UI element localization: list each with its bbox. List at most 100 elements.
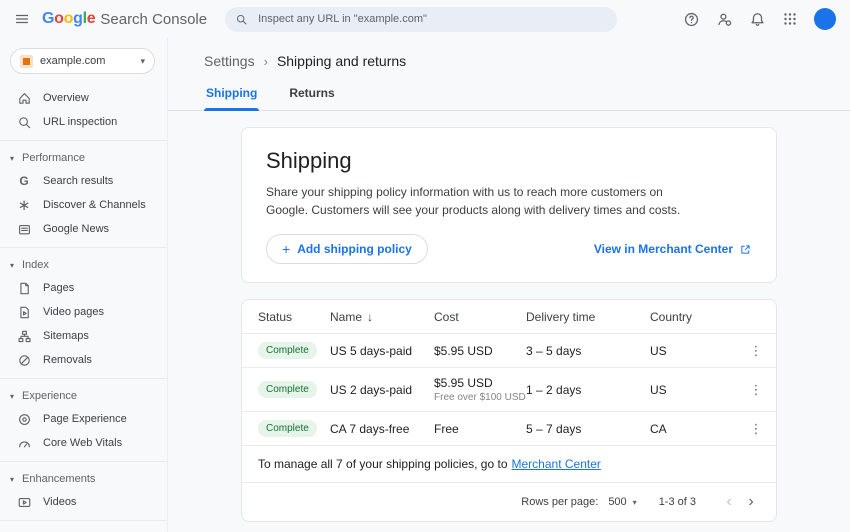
policy-delivery-time: 3 – 5 days (526, 344, 650, 358)
discover-star-icon: ∗ (16, 197, 32, 213)
breadcrumb-settings[interactable]: Settings (204, 53, 255, 69)
video-document-icon (16, 304, 32, 320)
merchant-link-label: View in Merchant Center (594, 242, 733, 256)
sidebar-item-google-news[interactable]: Google News (0, 217, 167, 241)
chevron-down-icon: ▾ (7, 475, 17, 484)
sidebar-item-pages[interactable]: Pages (0, 276, 167, 300)
breadcrumb-current: Shipping and returns (277, 53, 406, 69)
sidebar-item-label: Search results (43, 175, 113, 187)
sidebar-item-label: Page Experience (43, 413, 127, 425)
search-icon (16, 114, 32, 130)
external-link-icon (739, 243, 752, 256)
shipping-intro-card: Shipping Share your shipping policy info… (241, 127, 777, 283)
topbar-actions (677, 5, 836, 33)
table-row: Complete CA 7 days-free Free 5 – 7 days … (242, 412, 776, 446)
notifications-bell-icon[interactable] (743, 5, 771, 33)
section-label: Enhancements (22, 473, 95, 485)
sidebar-item-label: Overview (43, 92, 89, 104)
top-bar: Google Search Console (0, 0, 850, 38)
previous-page-button[interactable]: ‹ (718, 493, 740, 511)
search-input[interactable] (256, 12, 607, 26)
gauge-icon (16, 435, 32, 451)
rows-per-page-value: 500 (608, 496, 626, 508)
news-icon (16, 221, 32, 237)
main-content: Settings › Shipping and returns Shipping… (168, 38, 850, 532)
row-kebab-menu-icon[interactable]: ⋮ (746, 421, 766, 437)
sidebar-section-security[interactable]: ▸ Security & Manual Actions (0, 527, 167, 532)
sidebar-section-experience[interactable]: ▾ Experience (0, 385, 167, 407)
sidebar-section-performance[interactable]: ▾ Performance (0, 147, 167, 169)
sidebar-item-core-web-vitals[interactable]: Core Web Vitals (0, 431, 167, 455)
divider (0, 520, 167, 521)
url-inspection-searchbar[interactable] (225, 7, 617, 32)
add-shipping-policy-button[interactable]: + Add shipping policy (266, 234, 428, 264)
menu-icon[interactable] (8, 5, 36, 33)
policy-country: CA (650, 422, 746, 436)
sidebar-item-video-pages[interactable]: Video pages (0, 300, 167, 324)
view-in-merchant-center-link[interactable]: View in Merchant Center (594, 242, 752, 256)
account-avatar[interactable] (814, 8, 836, 30)
policy-country: US (650, 383, 746, 397)
sitemap-icon (16, 328, 32, 344)
table-header-row: Status Name ↓ Cost Delivery time Country (242, 300, 776, 334)
row-kebab-menu-icon[interactable]: ⋮ (746, 343, 766, 359)
search-icon (235, 13, 248, 26)
google-g-icon: G (16, 173, 32, 189)
add-button-label: Add shipping policy (297, 242, 412, 256)
sidebar-item-label: Removals (43, 354, 92, 366)
sidebar-section-index[interactable]: ▾ Index (0, 254, 167, 276)
tab-returns[interactable]: Returns (287, 82, 336, 110)
sort-desc-icon: ↓ (367, 310, 373, 324)
sidebar-item-overview[interactable]: Overview (0, 86, 167, 110)
help-icon[interactable] (677, 5, 705, 33)
home-icon (16, 90, 32, 106)
row-kebab-menu-icon[interactable]: ⋮ (746, 382, 766, 398)
content-area: Shipping Share your shipping policy info… (168, 111, 850, 532)
col-delivery-time: Delivery time (526, 310, 650, 324)
play-video-icon (16, 494, 32, 510)
blocked-icon (16, 352, 32, 368)
pagination-range: 1-3 of 3 (659, 496, 696, 508)
sidebar-item-sitemaps[interactable]: Sitemaps (0, 324, 167, 348)
sidebar-item-url-inspection[interactable]: URL inspection (0, 110, 167, 134)
divider (0, 140, 167, 141)
chevron-right-icon: › (264, 54, 268, 69)
status-badge: Complete (258, 420, 317, 437)
property-name: example.com (40, 55, 133, 67)
sidebar-item-label: Video pages (43, 306, 104, 318)
property-selector[interactable]: example.com ▾ (10, 48, 155, 74)
sidebar-item-label: Pages (43, 282, 74, 294)
footnote-text: To manage all 7 of your shipping policie… (258, 457, 508, 471)
shipping-description: Share your shipping policy information w… (266, 183, 708, 219)
document-icon (16, 280, 32, 296)
page-title: Shipping (266, 148, 752, 174)
google-logo: Google (42, 10, 95, 28)
sidebar-item-removals[interactable]: Removals (0, 348, 167, 372)
col-name-sortable[interactable]: Name ↓ (330, 310, 434, 324)
divider (0, 247, 167, 248)
apps-grid-icon[interactable] (776, 5, 804, 33)
chevron-down-icon: ▾ (633, 498, 637, 507)
merchant-center-link[interactable]: Merchant Center (512, 457, 601, 471)
sidebar: example.com ▾ Overview URL inspection ▾ … (0, 38, 168, 532)
rows-per-page-select[interactable]: 500 ▾ (608, 496, 636, 508)
tab-shipping[interactable]: Shipping (204, 82, 259, 110)
policy-country: US (650, 344, 746, 358)
col-cost: Cost (434, 310, 526, 324)
sidebar-item-label: URL inspection (43, 116, 117, 128)
sidebar-item-page-experience[interactable]: Page Experience (0, 407, 167, 431)
sidebar-item-videos[interactable]: Videos (0, 490, 167, 514)
sidebar-item-search-results[interactable]: G Search results (0, 169, 167, 193)
sidebar-item-label: Core Web Vitals (43, 437, 122, 449)
sidebar-section-enhancements[interactable]: ▾ Enhancements (0, 468, 167, 490)
table-row: Complete US 2 days-paid $5.95 USD Free o… (242, 368, 776, 412)
next-page-button[interactable]: › (740, 493, 762, 511)
sidebar-item-discover[interactable]: ∗ Discover & Channels (0, 193, 167, 217)
col-name-label: Name (330, 310, 362, 324)
policy-delivery-time: 1 – 2 days (526, 383, 650, 397)
product-name: Search Console (100, 11, 207, 28)
section-label: Experience (22, 390, 77, 402)
policy-name: US 2 days-paid (330, 383, 434, 397)
user-settings-icon[interactable] (710, 5, 738, 33)
table-row: Complete US 5 days-paid $5.95 USD 3 – 5 … (242, 334, 776, 368)
